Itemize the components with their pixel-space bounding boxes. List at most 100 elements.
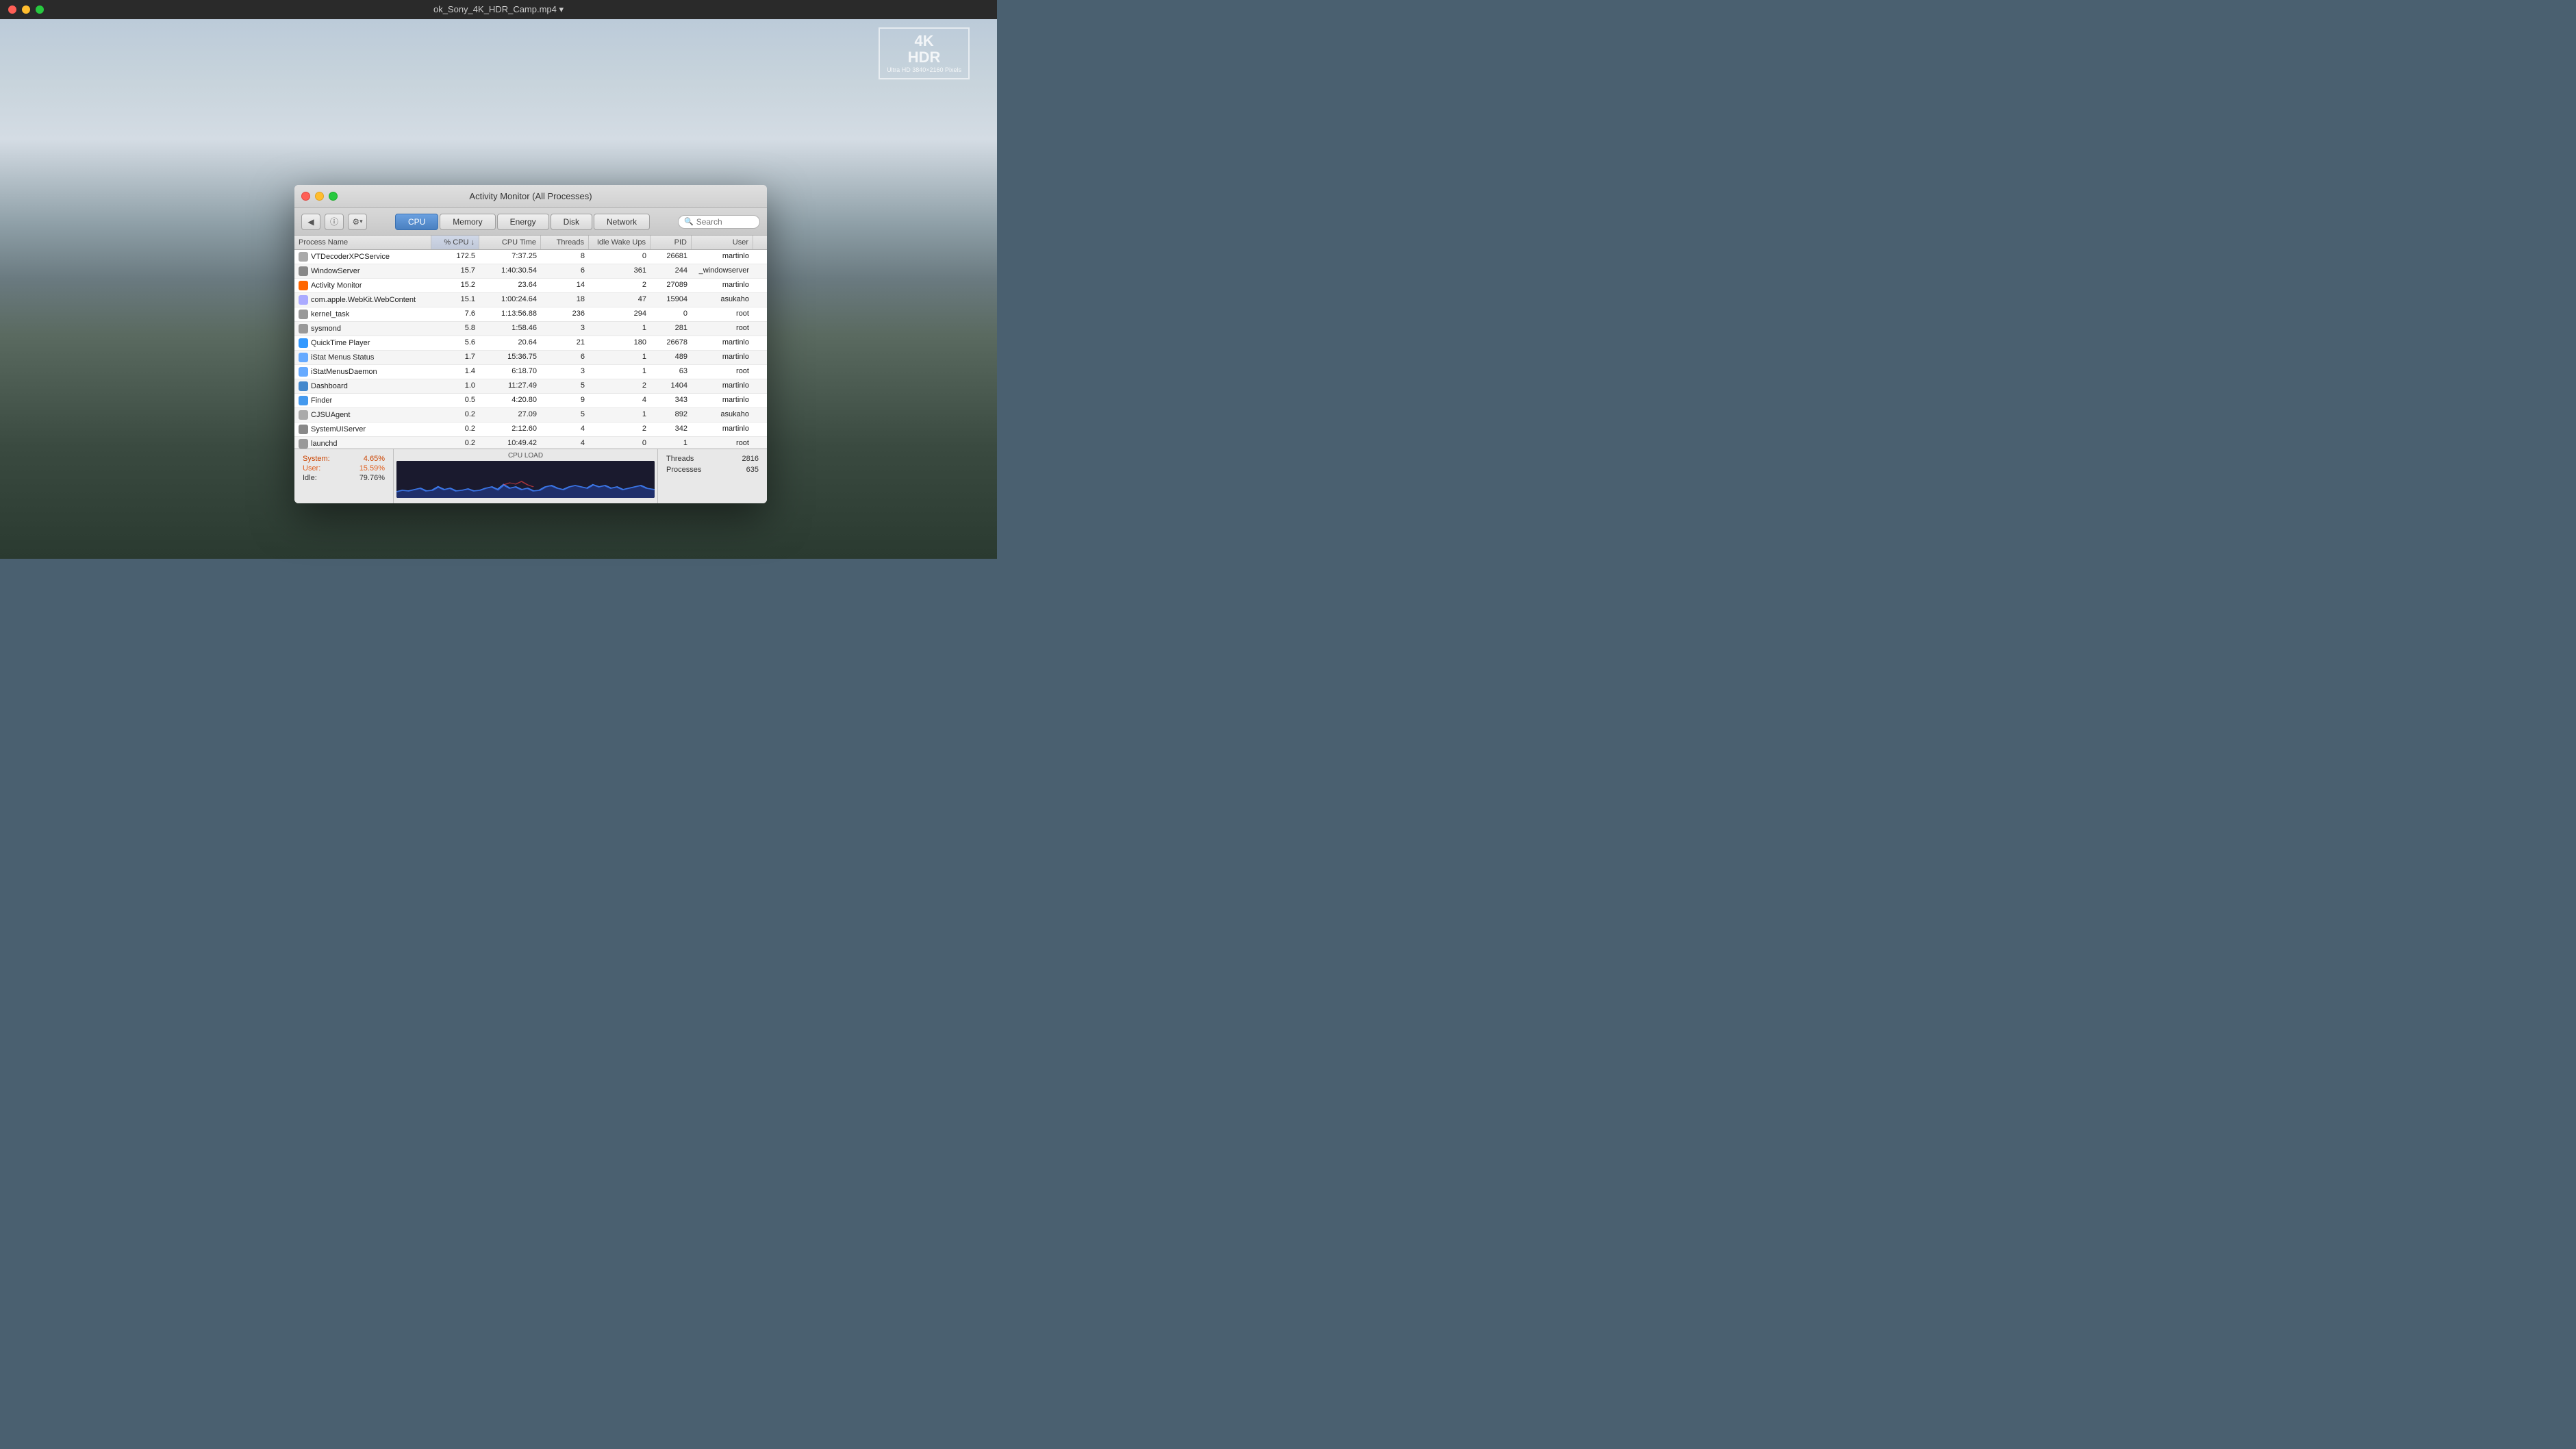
close-button[interactable] bbox=[8, 5, 16, 14]
table-row[interactable]: iStatMenusDaemon 1.4 6:18.70 3 1 63 root… bbox=[294, 365, 767, 379]
table-row[interactable]: sysmond 5.8 1:58.46 3 1 281 root 64 bit bbox=[294, 322, 767, 336]
cell-threads: 3 bbox=[541, 365, 589, 379]
search-box[interactable]: 🔍 bbox=[678, 215, 760, 229]
cell-kind: 64 bit bbox=[753, 365, 767, 379]
cell-process-name: QuickTime Player bbox=[294, 336, 431, 350]
thread-stats: Threads 2816 Processes 635 bbox=[657, 449, 767, 503]
table-header: Process Name % CPU ↓ CPU Time Threads Id… bbox=[294, 236, 767, 250]
window-title: ok_Sony_4K_HDR_Camp.mp4 ▾ bbox=[433, 4, 564, 15]
table-row[interactable]: kernel_task 7.6 1:13:56.88 236 294 0 roo… bbox=[294, 307, 767, 322]
cell-user: root bbox=[692, 322, 753, 336]
cell-threads: 18 bbox=[541, 293, 589, 307]
col-user[interactable]: User bbox=[692, 236, 753, 249]
cell-process-name: com.apple.WebKit.WebContent bbox=[294, 293, 431, 307]
cell-kind: 64 bit bbox=[753, 250, 767, 264]
process-icon bbox=[299, 367, 308, 377]
search-input[interactable] bbox=[696, 217, 751, 227]
search-icon: 🔍 bbox=[684, 217, 694, 226]
process-icon bbox=[299, 381, 308, 391]
process-icon bbox=[299, 396, 308, 405]
back-button[interactable]: ◀ bbox=[301, 214, 320, 230]
col-process-name[interactable]: Process Name bbox=[294, 236, 431, 249]
am-maximize-button[interactable] bbox=[329, 192, 338, 201]
cell-cpu-pct: 1.0 bbox=[431, 379, 479, 393]
tab-memory[interactable]: Memory bbox=[440, 214, 495, 230]
cell-pid: 1 bbox=[651, 437, 692, 449]
table-row[interactable]: CJSUAgent 0.2 27.09 5 1 892 asukaho 64 b… bbox=[294, 408, 767, 423]
cell-cpu-pct: 5.6 bbox=[431, 336, 479, 350]
col-idle-wakeups[interactable]: Idle Wake Ups bbox=[589, 236, 651, 249]
col-pid[interactable]: PID bbox=[651, 236, 692, 249]
cell-process-name: WindowServer bbox=[294, 264, 431, 278]
user-value: 15.59% bbox=[359, 464, 385, 473]
tab-cpu[interactable]: CPU bbox=[395, 214, 438, 230]
cell-idle-wakeups: 0 bbox=[589, 437, 651, 449]
cell-cpu-time: 4:20.80 bbox=[479, 394, 541, 407]
hdr-line1: 4K bbox=[887, 33, 961, 49]
activity-monitor-window: Activity Monitor (All Processes) ◀ ⓘ ⚙ ▾… bbox=[294, 185, 767, 503]
am-close-button[interactable] bbox=[301, 192, 310, 201]
tab-disk[interactable]: Disk bbox=[551, 214, 592, 230]
table-row[interactable]: SystemUIServer 0.2 2:12.60 4 2 342 marti… bbox=[294, 423, 767, 437]
back-icon: ◀ bbox=[307, 217, 314, 227]
info-button[interactable]: ⓘ bbox=[325, 214, 344, 230]
table-row[interactable]: VTDecoderXPCService 172.5 7:37.25 8 0 26… bbox=[294, 250, 767, 264]
macos-titlebar: ok_Sony_4K_HDR_Camp.mp4 ▾ bbox=[0, 0, 997, 19]
cell-idle-wakeups: 180 bbox=[589, 336, 651, 350]
table-row[interactable]: Activity Monitor 15.2 23.64 14 2 27089 m… bbox=[294, 279, 767, 293]
table-row[interactable]: launchd 0.2 10:49.42 4 0 1 root 64 bit bbox=[294, 437, 767, 449]
cell-user: martinlo bbox=[692, 394, 753, 407]
cell-user: martinlo bbox=[692, 279, 753, 292]
cell-idle-wakeups: 1 bbox=[589, 365, 651, 379]
cell-pid: 63 bbox=[651, 365, 692, 379]
cell-threads: 21 bbox=[541, 336, 589, 350]
cell-cpu-pct: 7.6 bbox=[431, 307, 479, 321]
table-row[interactable]: iStat Menus Status 1.7 15:36.75 6 1 489 … bbox=[294, 351, 767, 365]
col-cpu-time[interactable]: CPU Time bbox=[479, 236, 541, 249]
process-icon bbox=[299, 353, 308, 362]
cell-idle-wakeups: 2 bbox=[589, 279, 651, 292]
cell-kind: 64 bit bbox=[753, 423, 767, 436]
cell-threads: 4 bbox=[541, 423, 589, 436]
hdr-badge: 4K HDR Ultra HD 3840×2160 Pixels bbox=[879, 27, 970, 79]
maximize-button[interactable] bbox=[36, 5, 44, 14]
cell-idle-wakeups: 1 bbox=[589, 322, 651, 336]
idle-label: Idle: bbox=[303, 474, 317, 482]
am-minimize-button[interactable] bbox=[315, 192, 324, 201]
system-label: System: bbox=[303, 455, 330, 463]
table-row[interactable]: QuickTime Player 5.6 20.64 21 180 26678 … bbox=[294, 336, 767, 351]
cell-cpu-time: 11:27.49 bbox=[479, 379, 541, 393]
tab-energy[interactable]: Energy bbox=[497, 214, 549, 230]
gear-icon: ⚙ bbox=[352, 217, 359, 227]
cell-kind: 64 bit bbox=[753, 379, 767, 393]
process-icon bbox=[299, 295, 308, 305]
col-kind[interactable]: Kind bbox=[753, 236, 767, 249]
cell-cpu-time: 1:40:30.54 bbox=[479, 264, 541, 278]
cell-pid: 489 bbox=[651, 351, 692, 364]
action-button[interactable]: ⚙ ▾ bbox=[348, 214, 367, 230]
col-threads[interactable]: Threads bbox=[541, 236, 589, 249]
process-icon bbox=[299, 281, 308, 290]
cell-cpu-pct: 0.2 bbox=[431, 437, 479, 449]
process-icon bbox=[299, 252, 308, 262]
cell-cpu-time: 6:18.70 bbox=[479, 365, 541, 379]
tab-network[interactable]: Network bbox=[594, 214, 650, 230]
cell-kind: 64 bit bbox=[753, 322, 767, 336]
cell-pid: 26678 bbox=[651, 336, 692, 350]
process-icon bbox=[299, 310, 308, 319]
cell-idle-wakeups: 1 bbox=[589, 351, 651, 364]
minimize-button[interactable] bbox=[22, 5, 30, 14]
cell-idle-wakeups: 47 bbox=[589, 293, 651, 307]
cell-idle-wakeups: 0 bbox=[589, 250, 651, 264]
table-row[interactable]: Finder 0.5 4:20.80 9 4 343 martinlo 64 b… bbox=[294, 394, 767, 408]
cell-threads: 5 bbox=[541, 379, 589, 393]
table-row[interactable]: WindowServer 15.7 1:40:30.54 6 361 244 _… bbox=[294, 264, 767, 279]
table-row[interactable]: com.apple.WebKit.WebContent 15.1 1:00:24… bbox=[294, 293, 767, 307]
processes-label: Processes bbox=[666, 466, 701, 474]
col-cpu-pct[interactable]: % CPU ↓ bbox=[431, 236, 479, 249]
cell-idle-wakeups: 4 bbox=[589, 394, 651, 407]
cell-process-name: VTDecoderXPCService bbox=[294, 250, 431, 264]
cell-process-name: Activity Monitor bbox=[294, 279, 431, 292]
cell-pid: 1404 bbox=[651, 379, 692, 393]
table-row[interactable]: Dashboard 1.0 11:27.49 5 2 1404 martinlo… bbox=[294, 379, 767, 394]
